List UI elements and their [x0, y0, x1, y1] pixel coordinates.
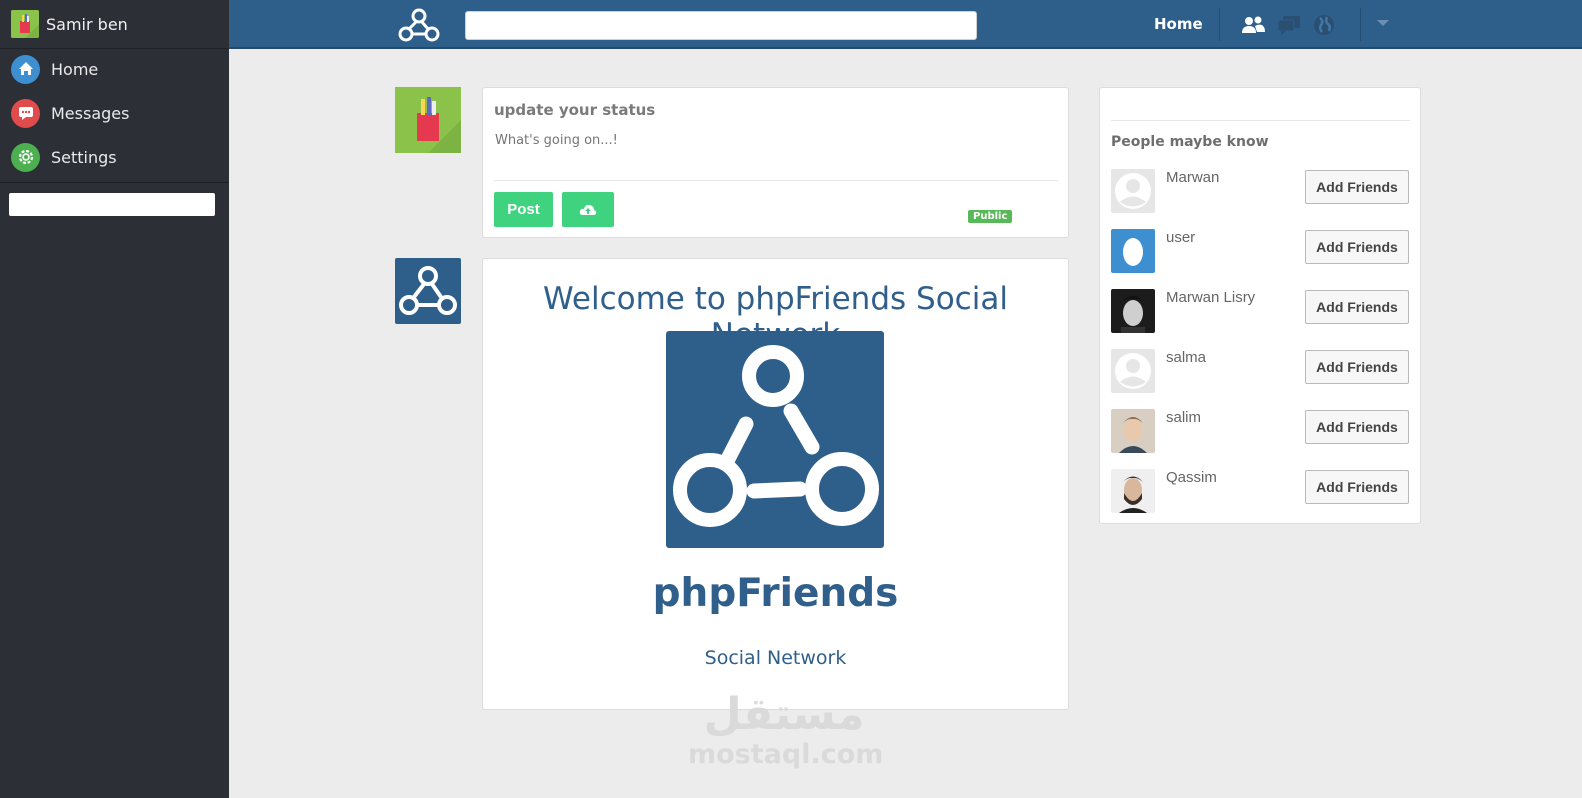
person-item: user Add Friends	[1111, 229, 1410, 275]
chat-icon[interactable]	[1276, 12, 1302, 38]
add-friend-button[interactable]: Add Friends	[1305, 230, 1409, 264]
avatar[interactable]	[1111, 169, 1155, 213]
watermark-arabic: مستقل	[703, 689, 865, 740]
composer-avatar	[395, 87, 461, 153]
person-name[interactable]: salim	[1166, 409, 1201, 426]
upload-button[interactable]	[562, 192, 614, 227]
watermark-latin: mostaql.com	[688, 739, 884, 770]
status-composer: update your status Post Public	[482, 87, 1069, 238]
sidebar-item-home[interactable]: Home	[0, 47, 229, 91]
person-item: Qassim Add Friends	[1111, 469, 1410, 515]
people-heading: People maybe know	[1111, 134, 1269, 150]
people-suggestions: People maybe know Marwan Add Friends use…	[1099, 87, 1421, 524]
composer-divider	[494, 180, 1058, 181]
panel-divider	[1111, 120, 1410, 121]
gear-icon	[11, 142, 40, 172]
add-friend-button[interactable]: Add Friends	[1305, 350, 1409, 384]
sidebar: Samir ben Home Messages Settings	[0, 0, 229, 798]
composer-title: update your status	[494, 101, 656, 119]
avatar[interactable]	[1111, 349, 1155, 393]
chevron-down-icon[interactable]	[1377, 20, 1389, 26]
brand-name: phpFriends	[652, 571, 899, 616]
welcome-post: Welcome to phpFriends Social Network php…	[482, 258, 1069, 710]
sidebar-item-settings[interactable]: Settings	[0, 135, 229, 179]
nav-home-link[interactable]: Home	[1154, 15, 1203, 33]
person-name[interactable]: salma	[1166, 349, 1206, 366]
person-item: salim Add Friends	[1111, 409, 1410, 455]
avatar[interactable]	[1111, 409, 1155, 453]
avatar[interactable]	[1111, 469, 1155, 513]
home-icon	[11, 54, 40, 84]
messages-icon	[11, 98, 40, 128]
privacy-badge[interactable]: Public	[968, 210, 1013, 223]
globe-icon[interactable]	[1311, 12, 1337, 38]
phpfriends-logo	[666, 331, 884, 548]
sidebar-item-messages[interactable]: Messages	[0, 91, 229, 135]
logo-icon[interactable]	[396, 7, 442, 43]
sidebar-item-label: Home	[51, 59, 99, 79]
nav-divider	[1219, 8, 1220, 41]
add-friend-button[interactable]: Add Friends	[1305, 170, 1409, 204]
status-input[interactable]	[495, 133, 1055, 148]
post-author-logo	[395, 258, 461, 324]
friends-icon[interactable]	[1240, 12, 1266, 38]
brand-tagline: Social Network	[704, 647, 847, 669]
post-button[interactable]: Post	[494, 192, 553, 227]
add-friend-button[interactable]: Add Friends	[1305, 470, 1409, 504]
cloud-upload-icon	[579, 204, 597, 215]
search-input[interactable]	[465, 11, 977, 40]
add-friend-button[interactable]: Add Friends	[1305, 410, 1409, 444]
person-item: salma Add Friends	[1111, 349, 1410, 395]
user-avatar	[11, 10, 39, 38]
person-item: Marwan Add Friends	[1111, 169, 1410, 215]
sidebar-user[interactable]: Samir ben	[0, 0, 229, 49]
avatar[interactable]	[1111, 229, 1155, 273]
sidebar-item-label: Settings	[51, 147, 117, 167]
user-name: Samir ben	[46, 14, 128, 34]
sidebar-item-label: Messages	[51, 103, 130, 123]
sidebar-search-input[interactable]	[9, 193, 215, 216]
add-friend-button[interactable]: Add Friends	[1305, 290, 1409, 324]
top-navbar: Home	[229, 0, 1582, 49]
person-item: Marwan Lisry Add Friends	[1111, 289, 1410, 335]
person-name[interactable]: Marwan	[1166, 169, 1219, 186]
avatar[interactable]	[1111, 289, 1155, 333]
sidebar-divider	[0, 182, 229, 183]
person-name[interactable]: Qassim	[1166, 469, 1217, 486]
person-name[interactable]: Marwan Lisry	[1166, 289, 1255, 306]
watermark: مستقل mostaql.com	[688, 689, 884, 770]
nav-divider	[1360, 8, 1361, 41]
person-name[interactable]: user	[1166, 229, 1195, 246]
